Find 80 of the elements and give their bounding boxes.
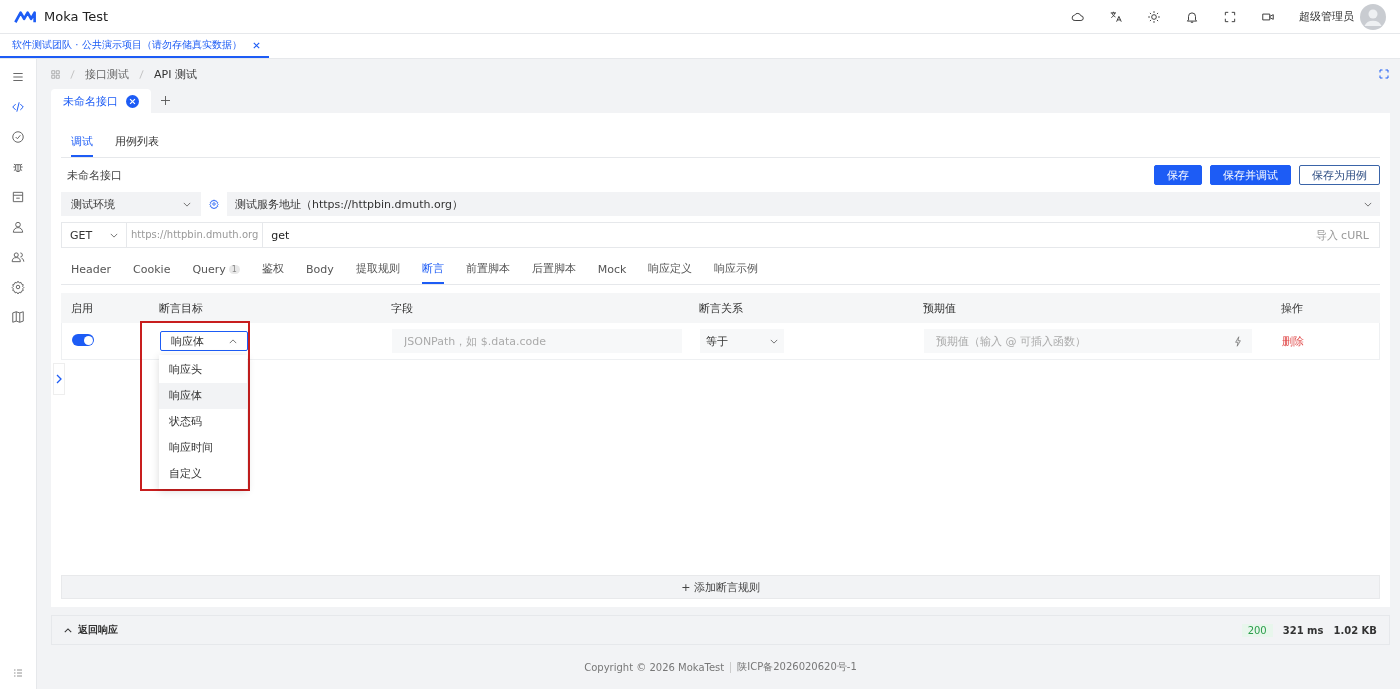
request-tab[interactable]: 断言	[421, 261, 444, 284]
response-time: 321 ms	[1282, 624, 1324, 636]
settings-icon[interactable]	[209, 199, 219, 209]
breadcrumb-item[interactable]: 接口测试	[85, 66, 129, 82]
close-icon[interactable]	[251, 40, 261, 50]
delete-link[interactable]: 删除	[1282, 334, 1304, 348]
server-select[interactable]: 测试服务地址（https://httpbin.dmuth.org）	[227, 192, 1380, 216]
column-header: 启用	[70, 300, 94, 316]
chevron-down-icon	[770, 338, 778, 344]
settings-icon[interactable]	[11, 280, 25, 294]
add-icon[interactable]	[161, 96, 170, 105]
save-button[interactable]: 保存并调试	[1210, 165, 1291, 185]
chevron-down-icon	[110, 232, 118, 238]
environment-select[interactable]: 测试环境	[61, 192, 201, 216]
dropdown-option[interactable]: 自定义	[159, 461, 247, 487]
expand-icon[interactable]	[53, 363, 65, 395]
logo-icon	[14, 9, 36, 24]
request-tab[interactable]: Cookie	[133, 263, 171, 284]
column-header: 断言目标	[158, 300, 204, 316]
dropdown-option[interactable]: 响应体	[159, 383, 247, 409]
translate-icon[interactable]	[1109, 9, 1123, 24]
breadcrumb-separator	[139, 69, 144, 79]
count-badge: 1	[228, 265, 240, 274]
fullscreen-icon[interactable]	[1378, 68, 1390, 80]
column-header: 操作	[1280, 300, 1304, 316]
request-tab[interactable]: Body	[305, 263, 334, 284]
book-icon[interactable]	[11, 310, 25, 324]
request-tab[interactable]: Mock	[597, 263, 627, 284]
dropdown-option[interactable]: 响应头	[159, 357, 247, 383]
fullscreen-icon[interactable]	[1223, 9, 1237, 24]
request-tab[interactable]: Query 1	[192, 263, 240, 284]
column-header: 字段	[390, 300, 414, 316]
app-name: Moka Test	[44, 9, 109, 24]
user-name[interactable]: 超级管理员	[1299, 9, 1354, 24]
target-select[interactable]: 响应体	[160, 331, 248, 351]
sun-icon[interactable]	[1147, 9, 1161, 24]
interface-name: 未命名接口	[66, 167, 122, 183]
mode-tab[interactable]: 调试	[71, 134, 93, 157]
dropdown-option[interactable]: 状态码	[159, 409, 247, 435]
code-icon[interactable]	[11, 100, 25, 114]
response-toggle[interactable]: 返回响应	[64, 623, 118, 637]
request-tab[interactable]: 响应定义	[648, 261, 693, 284]
breadcrumb-item: API 测试	[154, 66, 197, 82]
expected-value-input[interactable]: 预期值（输入 @ 可插入函数）	[924, 329, 1252, 353]
chevron-down-icon	[1364, 201, 1372, 207]
interface-tab[interactable]: 未命名接口	[51, 89, 151, 113]
request-tab[interactable]: 提取规则	[355, 261, 400, 284]
bell-icon[interactable]	[1185, 9, 1199, 24]
users-icon[interactable]	[11, 250, 25, 264]
request-tab[interactable]: 鉴权	[261, 261, 284, 284]
response-size: 1.02 KB	[1333, 624, 1377, 636]
request-tab[interactable]: 前置脚本	[465, 261, 510, 284]
icp-link[interactable]: 陕ICP备2026020620号-1	[737, 660, 857, 674]
user-icon[interactable]	[11, 220, 25, 234]
field-input[interactable]: JSONPath，如 $.data.code	[392, 329, 682, 353]
chevron-up-icon	[229, 338, 237, 344]
method-select[interactable]: GET	[62, 223, 127, 247]
column-header: 断言关系	[698, 300, 744, 316]
request-url-field[interactable]: GET https://httpbin.dmuth.org get 导入 cURL	[61, 222, 1380, 248]
copyright-text: Copyright © 2026 MokaTest	[584, 661, 725, 673]
form-icon[interactable]	[11, 190, 25, 204]
relation-select[interactable]: 等于	[700, 329, 784, 353]
mode-tab[interactable]: 用例列表	[115, 134, 159, 157]
interface-tab-label: 未命名接口	[63, 93, 118, 109]
dropdown-option[interactable]: 响应时间	[159, 435, 247, 461]
enable-toggle[interactable]	[72, 334, 94, 347]
chevron-down-icon	[183, 201, 191, 207]
list-icon[interactable]	[11, 70, 25, 84]
request-tab[interactable]: Header	[71, 263, 112, 284]
close-icon[interactable]	[126, 94, 139, 108]
chevron-up-icon	[64, 627, 72, 633]
save-button[interactable]: 保存为用例	[1299, 165, 1380, 185]
request-tab[interactable]: 后置脚本	[531, 261, 576, 284]
status-code: 200	[1241, 623, 1273, 637]
request-tab[interactable]: 响应示例	[714, 261, 759, 284]
add-rule-button[interactable]: + 添加断言规则	[61, 575, 1380, 599]
save-button[interactable]: 保存	[1154, 165, 1202, 185]
column-header: 预期值	[922, 300, 957, 316]
project-tab-label: 软件测试团队 · 公共演示项目（请勿存储真实数据）	[12, 38, 242, 52]
breadcrumb-separator	[70, 69, 75, 79]
